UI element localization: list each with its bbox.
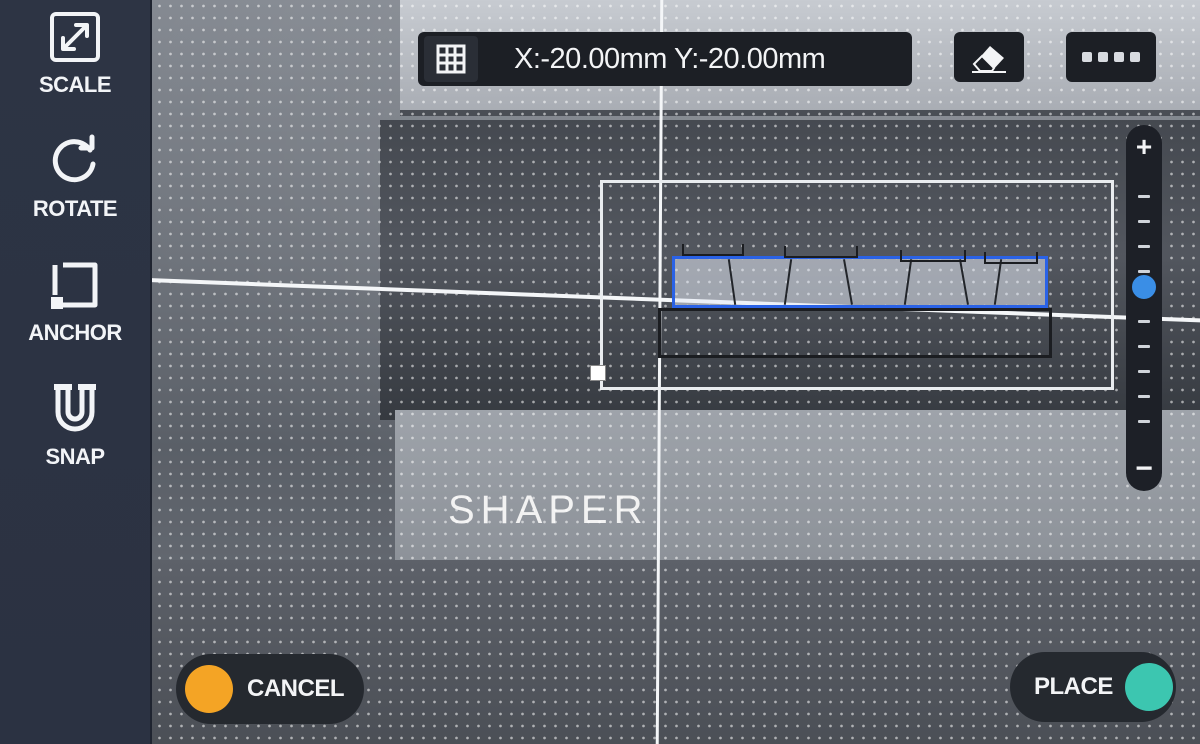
zoom-tick [1138,370,1150,373]
scale-label: SCALE [38,72,112,97]
more-dots-icon [1082,52,1140,62]
shape-divider [783,259,793,305]
zoom-tick [1138,320,1150,323]
camera-viewport[interactable]: SHAPER [0,0,1200,744]
zoom-tick [1138,345,1150,348]
zoom-tick [1138,395,1150,398]
snap-button[interactable]: SNAP [0,372,150,492]
more-options-button[interactable] [1066,32,1156,82]
rotate-button[interactable]: ROTATE [0,124,150,244]
design-shadow-outline [658,308,1052,358]
snap-label: SNAP [45,444,105,469]
shape-divider [727,259,737,305]
place-indicator-dot [1124,663,1173,711]
coordinate-bar: X:-20.00mm Y:-20.00mm [418,32,912,86]
place-label: PLACE [1034,673,1113,700]
shape-divider [959,259,969,305]
rotate-label: ROTATE [32,196,118,221]
shape-divider [993,259,1003,305]
anchor-label: ANCHOR [28,320,122,345]
design-tooth [900,250,966,262]
zoom-slider[interactable]: + − [1126,125,1162,491]
eraser-icon [972,46,1006,73]
design-tooth [784,246,858,258]
magnet-icon [45,378,105,440]
coordinate-readout: X:-20.00mm Y:-20.00mm [514,42,826,75]
grid-icon [436,44,466,74]
eraser-button[interactable] [954,32,1024,82]
zoom-tick [1138,220,1150,223]
anchor-button[interactable]: ANCHOR [0,248,150,368]
expand-diagonal-icon [45,6,105,68]
rotate-icon [45,130,105,192]
zoom-in-button[interactable]: + [1126,133,1162,161]
cancel-button[interactable]: CANCEL [176,654,364,724]
anchor-point-marker[interactable] [590,365,606,381]
design-tooth [682,244,744,256]
zoom-slider-thumb[interactable] [1130,272,1158,301]
shaper-logo: SHAPER [448,488,649,532]
zoom-tick [1138,420,1150,423]
scale-button[interactable]: SCALE [0,0,150,120]
shape-divider [843,259,853,305]
grid-toggle-button[interactable] [424,36,478,82]
place-button[interactable]: PLACE [1010,652,1176,722]
cancel-label: CANCEL [247,675,345,702]
anchor-square-icon [45,254,105,316]
left-toolbar: SCALE ROTATE ANCHOR SNAP [0,0,152,744]
cancel-indicator-dot [185,665,233,713]
shape-divider [903,259,913,305]
zoom-tick [1138,245,1150,248]
zoom-out-button[interactable]: − [1126,454,1162,484]
zoom-tick [1138,195,1150,198]
design-tooth [984,252,1038,264]
